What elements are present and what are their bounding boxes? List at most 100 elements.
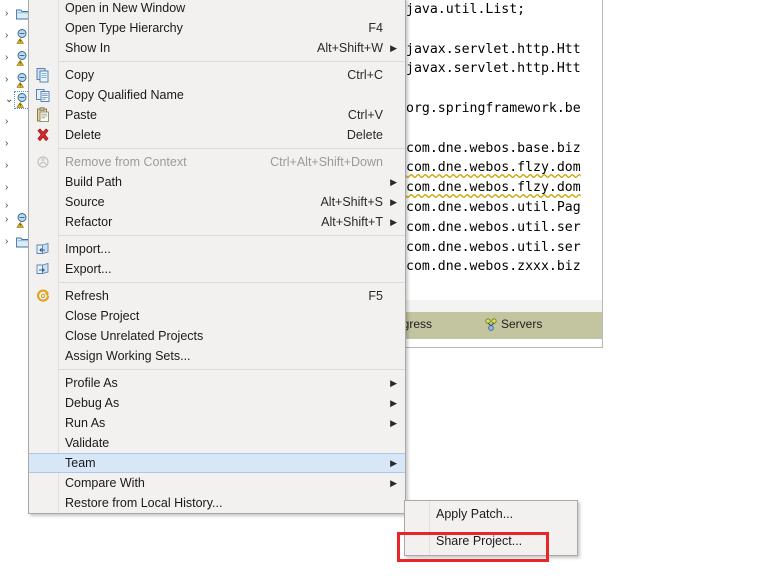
chevron-right-icon[interactable]: ›	[5, 117, 14, 127]
menu-item-remove-from-context: Remove from Context Ctrl+Alt+Shift+Down	[29, 152, 405, 172]
menu-item-accelerator: Alt+Shift+T	[321, 215, 383, 229]
menu-item-show-in[interactable]: Show In Alt+Shift+W ▶	[29, 38, 405, 58]
copy-icon	[35, 67, 51, 83]
package-explorer-tree[interactable]: › › › › ⌄ › › › › › › ›	[0, 0, 32, 576]
tree-item[interactable]: ›	[0, 4, 30, 24]
tree-item[interactable]: ›	[0, 70, 28, 90]
chevron-down-icon[interactable]: ⌄	[5, 95, 14, 105]
chevron-right-icon[interactable]: ›	[5, 161, 14, 171]
menu-item-label: Show In	[65, 41, 111, 55]
tree-item[interactable]: ›	[0, 210, 28, 230]
menu-item-label: Restore from Local History...	[65, 496, 223, 510]
servers-icon	[483, 317, 499, 333]
delete-icon	[35, 127, 51, 143]
chevron-right-icon[interactable]: ›	[5, 53, 14, 63]
menu-item-accelerator: Ctrl+V	[347, 108, 383, 122]
code-line: com.dne.webos.base.biz	[406, 140, 581, 156]
paste-icon	[35, 107, 51, 123]
code-line: com.dne.webos.flzy.dom	[406, 160, 581, 176]
menu-item-label: Open in New Window	[65, 1, 186, 15]
chevron-right-icon[interactable]: ›	[5, 9, 14, 19]
menu-item-label: Remove from Context	[65, 155, 187, 169]
bottom-view-tab-bar[interactable]: rogress Servers	[400, 312, 603, 340]
menu-item-label: Run As	[65, 416, 106, 430]
tree-item[interactable]: ›	[0, 134, 28, 154]
menu-item-import[interactable]: Import...	[29, 239, 405, 259]
menu-item-open-in-new-window[interactable]: Open in New Window	[29, 0, 405, 18]
chevron-right-icon[interactable]: ›	[5, 139, 14, 149]
menu-item-refactor[interactable]: Refactor Alt+Shift+T ▶	[29, 212, 405, 232]
code-line: com.dne.webos.zxxx.biz	[406, 259, 581, 275]
menu-item-source[interactable]: Source Alt+Shift+S ▶	[29, 192, 405, 212]
submenu-arrow-icon: ▶	[390, 197, 397, 207]
submenu-arrow-icon: ▶	[390, 177, 397, 187]
remove-from-context-icon	[35, 154, 51, 170]
submenu-item-apply-patch[interactable]: Apply Patch...	[405, 501, 577, 528]
chevron-right-icon[interactable]: ›	[5, 75, 14, 85]
submenu-item-share-project[interactable]: Share Project...	[405, 528, 577, 555]
menu-item-accelerator: F5	[368, 289, 383, 303]
menu-item-accelerator: Delete	[346, 128, 383, 142]
tree-item[interactable]: ⌄	[0, 90, 32, 110]
chevron-right-icon[interactable]: ›	[5, 201, 14, 211]
tree-item[interactable]: ›	[0, 156, 28, 176]
chevron-right-icon[interactable]: ›	[5, 237, 14, 247]
menu-separator	[59, 282, 405, 283]
chevron-right-icon[interactable]: ›	[5, 215, 14, 225]
code-line: org.springframework.be	[406, 100, 581, 116]
tree-item[interactable]: ›	[0, 48, 28, 68]
submenu-arrow-icon: ▶	[390, 418, 397, 428]
menu-item-copy-qualified-name[interactable]: Copy Qualified Name	[29, 85, 405, 105]
chevron-right-icon[interactable]: ›	[5, 31, 14, 41]
menu-item-restore-from-local-history[interactable]: Restore from Local History...	[29, 493, 405, 513]
menu-item-compare-with[interactable]: Compare With ▶	[29, 473, 405, 493]
menu-item-assign-working-sets[interactable]: Assign Working Sets...	[29, 346, 405, 366]
project-context-menu[interactable]: Open in New Window Open Type Hierarchy F4 S…	[28, 0, 406, 514]
java-editor-pane[interactable]: java.util.List; javax.servlet.http.Htt ja…	[400, 0, 768, 576]
menu-item-label: Validate	[65, 436, 110, 450]
menu-item-close-project[interactable]: Close Project	[29, 306, 405, 326]
copy-qualified-name-icon	[35, 87, 51, 103]
chevron-right-icon[interactable]: ›	[5, 183, 14, 193]
menu-item-label: Source	[65, 195, 105, 209]
menu-item-label: Build Path	[65, 175, 122, 189]
source-code-text[interactable]: java.util.List; javax.servlet.http.Htt ja…	[406, 0, 768, 300]
import-icon	[35, 241, 51, 257]
menu-item-paste[interactable]: Paste Ctrl+V	[29, 105, 405, 125]
menu-item-delete[interactable]: Delete Delete	[29, 125, 405, 145]
submenu-arrow-icon: ▶	[390, 378, 397, 388]
menu-item-team[interactable]: Team ▶	[29, 453, 405, 473]
tree-item[interactable]: ›	[0, 26, 28, 46]
menu-item-profile-as[interactable]: Profile As ▶	[29, 373, 405, 393]
code-line: java.util.List;	[406, 2, 526, 17]
menu-item-label: Debug As	[65, 396, 120, 410]
menu-item-debug-as[interactable]: Debug As ▶	[29, 393, 405, 413]
menu-item-copy[interactable]: Copy Ctrl+C	[29, 65, 405, 85]
menu-item-label: Profile As	[65, 376, 118, 390]
submenu-item-label: Apply Patch...	[436, 507, 514, 521]
menu-item-accelerator: Ctrl+C	[347, 68, 383, 82]
submenu-arrow-icon: ▶	[390, 217, 397, 227]
tree-item[interactable]: ›	[0, 232, 30, 252]
editor-right-border	[602, 0, 603, 347]
tree-item[interactable]: ›	[0, 112, 28, 132]
menu-item-label: Refactor	[65, 215, 113, 229]
tab-servers[interactable]: Servers	[501, 317, 542, 331]
menu-item-validate[interactable]: Validate	[29, 433, 405, 453]
menu-item-export[interactable]: Export...	[29, 259, 405, 279]
menu-item-build-path[interactable]: Build Path ▶	[29, 172, 405, 192]
menu-item-open-type-hierarchy[interactable]: Open Type Hierarchy F4	[29, 18, 405, 38]
tree-item[interactable]: ›	[0, 178, 28, 198]
refresh-icon	[35, 288, 51, 304]
menu-item-accelerator: Ctrl+Alt+Shift+Down	[270, 155, 383, 169]
menu-item-close-unrelated-projects[interactable]: Close Unrelated Projects	[29, 326, 405, 346]
team-submenu[interactable]: Apply Patch... Share Project...	[404, 500, 578, 556]
submenu-arrow-icon: ▶	[390, 398, 397, 408]
menu-item-refresh[interactable]: Refresh F5	[29, 286, 405, 306]
submenu-arrow-icon: ▶	[390, 43, 397, 53]
code-line: javax.servlet.http.Htt	[406, 41, 581, 57]
menu-item-run-as[interactable]: Run As ▶	[29, 413, 405, 433]
code-line: javax.servlet.http.Htt	[406, 61, 581, 77]
